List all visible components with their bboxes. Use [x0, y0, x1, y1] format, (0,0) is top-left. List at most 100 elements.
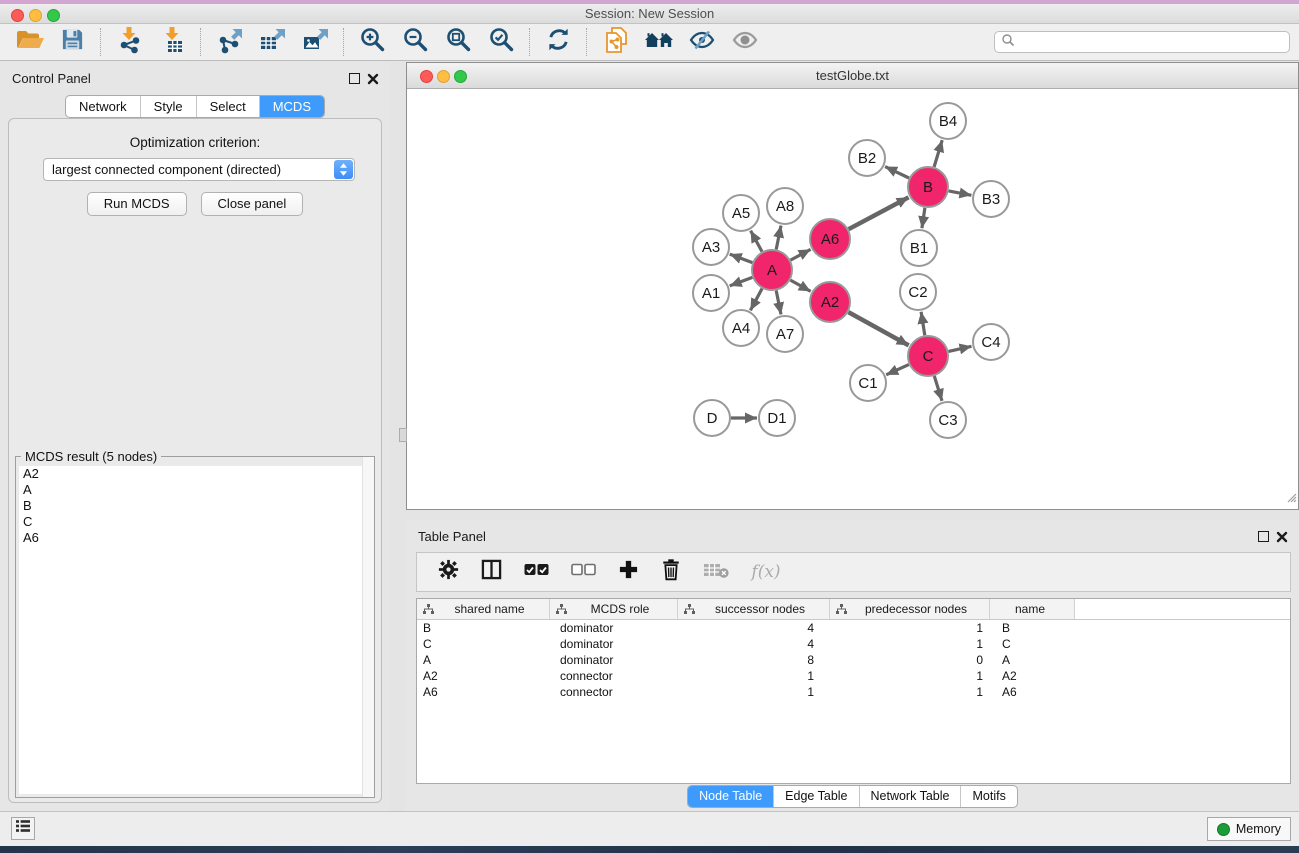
table-cell[interactable]: 8 [678, 653, 830, 667]
graph-node-A3[interactable]: A3 [693, 229, 729, 265]
export-network-button[interactable] [208, 26, 251, 58]
graph-node-A1[interactable]: A1 [693, 275, 729, 311]
optimization-criterion-select[interactable]: largest connected component (directed) [43, 158, 355, 181]
column-header-MCDS-role[interactable]: MCDS role [550, 599, 678, 619]
table-row[interactable]: Cdominator41C [417, 636, 1290, 652]
network-window-titlebar[interactable]: testGlobe.txt [407, 63, 1298, 89]
memory-button[interactable]: Memory [1207, 817, 1291, 841]
graph-node-A4[interactable]: A4 [723, 310, 759, 346]
select-all-columns-button[interactable] [521, 563, 551, 582]
graph-edge-A-A7[interactable] [776, 291, 781, 315]
export-table-button[interactable] [251, 26, 294, 58]
table-cell[interactable]: dominator [550, 637, 678, 651]
table-panel-float-button[interactable] [1258, 531, 1269, 542]
graph-node-A7[interactable]: A7 [767, 316, 803, 352]
graph-node-D[interactable]: D [694, 400, 730, 436]
graph-node-C1[interactable]: C1 [850, 365, 886, 401]
graph-edge-B-B3[interactable] [949, 191, 972, 195]
mcds-result-item[interactable]: C [19, 514, 371, 530]
table-cell[interactable]: A2 [417, 669, 550, 683]
table-cell[interactable]: A [417, 653, 550, 667]
graph-node-B1[interactable]: B1 [901, 230, 937, 266]
table-cell[interactable]: dominator [550, 621, 678, 635]
show-task-history-button[interactable] [11, 817, 35, 840]
graph-node-B2[interactable]: B2 [849, 140, 885, 176]
open-session-button[interactable] [8, 26, 51, 58]
column-header-name[interactable]: name [990, 599, 1075, 619]
table-cell[interactable]: C [990, 637, 1075, 651]
import-table-button[interactable] [151, 26, 194, 58]
close-panel-button[interactable]: Close panel [201, 192, 304, 216]
table-cell[interactable]: dominator [550, 653, 678, 667]
table-cell[interactable]: 0 [830, 653, 990, 667]
table-cell[interactable]: 1 [830, 685, 990, 699]
table-cell[interactable]: 1 [678, 685, 830, 699]
table-cell[interactable]: A [990, 653, 1075, 667]
tab-style[interactable]: Style [141, 96, 197, 117]
column-header-predecessor-nodes[interactable]: predecessor nodes [830, 599, 990, 619]
mcds-result-item[interactable]: B [19, 498, 371, 514]
table-panel-close-button[interactable] [1276, 530, 1288, 542]
graph-edge-B-B4[interactable] [934, 140, 942, 167]
refresh-view-button[interactable] [537, 26, 580, 58]
graph-node-B4[interactable]: B4 [930, 103, 966, 139]
import-network-button[interactable] [108, 26, 151, 58]
graph-edge-A-A5[interactable] [751, 231, 762, 252]
graph-edge-C-C3[interactable] [934, 376, 942, 401]
column-header-successor-nodes[interactable]: successor nodes [678, 599, 830, 619]
tab-network-table[interactable]: Network Table [860, 786, 962, 807]
graph-edge-C-C1[interactable] [886, 365, 909, 375]
tab-select[interactable]: Select [197, 96, 260, 117]
graph-node-C3[interactable]: C3 [930, 402, 966, 438]
zoom-fit-button[interactable] [437, 26, 480, 58]
table-cell[interactable]: C [417, 637, 550, 651]
graph-edge-A-A1[interactable] [730, 277, 753, 286]
graph-edge-A-A3[interactable] [730, 254, 753, 263]
zoom-in-button[interactable] [351, 26, 394, 58]
search-input[interactable] [1019, 32, 1289, 52]
table-cell[interactable]: A2 [990, 669, 1075, 683]
table-cell[interactable]: 4 [678, 637, 830, 651]
mcds-result-item[interactable]: A6 [19, 530, 371, 546]
graph-edge-A-A2[interactable] [790, 280, 810, 291]
table-cell[interactable]: B [417, 621, 550, 635]
delete-column-button[interactable] [658, 558, 684, 586]
run-mcds-button[interactable]: Run MCDS [87, 192, 187, 216]
create-column-button[interactable] [615, 559, 641, 585]
table-cell[interactable]: B [990, 621, 1075, 635]
table-cell[interactable]: A6 [990, 685, 1075, 699]
control-panel-close-button[interactable] [367, 72, 379, 84]
table-cell[interactable]: 1 [830, 621, 990, 635]
graph-edge-C-C4[interactable] [949, 346, 972, 351]
graph-edge-A2-C[interactable] [848, 312, 908, 345]
table-cell[interactable]: 1 [830, 637, 990, 651]
graph-node-A8[interactable]: A8 [767, 188, 803, 224]
delete-table-button-disabled[interactable] [701, 561, 731, 584]
zoom-out-button[interactable] [394, 26, 437, 58]
tab-motifs[interactable]: Motifs [961, 786, 1016, 807]
table-row[interactable]: Adominator80A [417, 652, 1290, 668]
table-cell[interactable]: 1 [830, 669, 990, 683]
unselect-all-columns-button[interactable] [568, 563, 598, 582]
zoom-selected-button[interactable] [480, 26, 523, 58]
splitter-handle[interactable] [399, 428, 407, 442]
tab-mcds[interactable]: MCDS [260, 96, 324, 117]
graph-node-A[interactable]: A [752, 250, 792, 290]
graph-edge-A-A4[interactable] [750, 289, 762, 311]
control-panel-float-button[interactable] [349, 73, 360, 84]
table-cell[interactable]: connector [550, 685, 678, 699]
column-header-shared-name[interactable]: shared name [417, 599, 550, 619]
tab-edge-table[interactable]: Edge Table [774, 786, 859, 807]
table-settings-button[interactable] [435, 558, 461, 586]
graph-edge-B-B2[interactable] [885, 167, 909, 178]
graph-edge-B-B1[interactable] [922, 208, 925, 228]
table-cell[interactable]: 1 [678, 669, 830, 683]
graph-node-A6[interactable]: A6 [810, 219, 850, 259]
graph-node-C4[interactable]: C4 [973, 324, 1009, 360]
table-cell[interactable]: 4 [678, 621, 830, 635]
table-row[interactable]: A6connector11A6 [417, 684, 1290, 700]
graph-node-C[interactable]: C [908, 336, 948, 376]
result-scrollbar[interactable] [362, 457, 374, 797]
duplicate-network-button[interactable] [594, 26, 637, 58]
graph-node-A2[interactable]: A2 [810, 282, 850, 322]
